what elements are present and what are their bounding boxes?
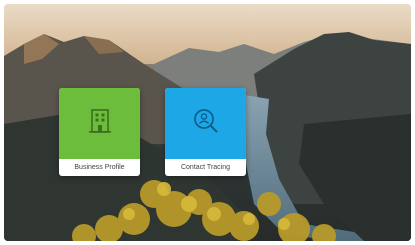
business-profile-tile-face [59, 88, 140, 159]
background-landscape: Business Profile Contact Tracing [4, 4, 411, 241]
business-profile-label: Business Profile [74, 164, 125, 171]
contact-tracing-tile-face [165, 88, 246, 159]
building-icon [88, 108, 112, 139]
contact-tracing-tile[interactable]: Contact Tracing [165, 88, 246, 176]
search-person-icon [192, 107, 220, 140]
business-profile-tile[interactable]: Business Profile [59, 88, 140, 176]
contact-tracing-label: Contact Tracing [180, 164, 231, 171]
